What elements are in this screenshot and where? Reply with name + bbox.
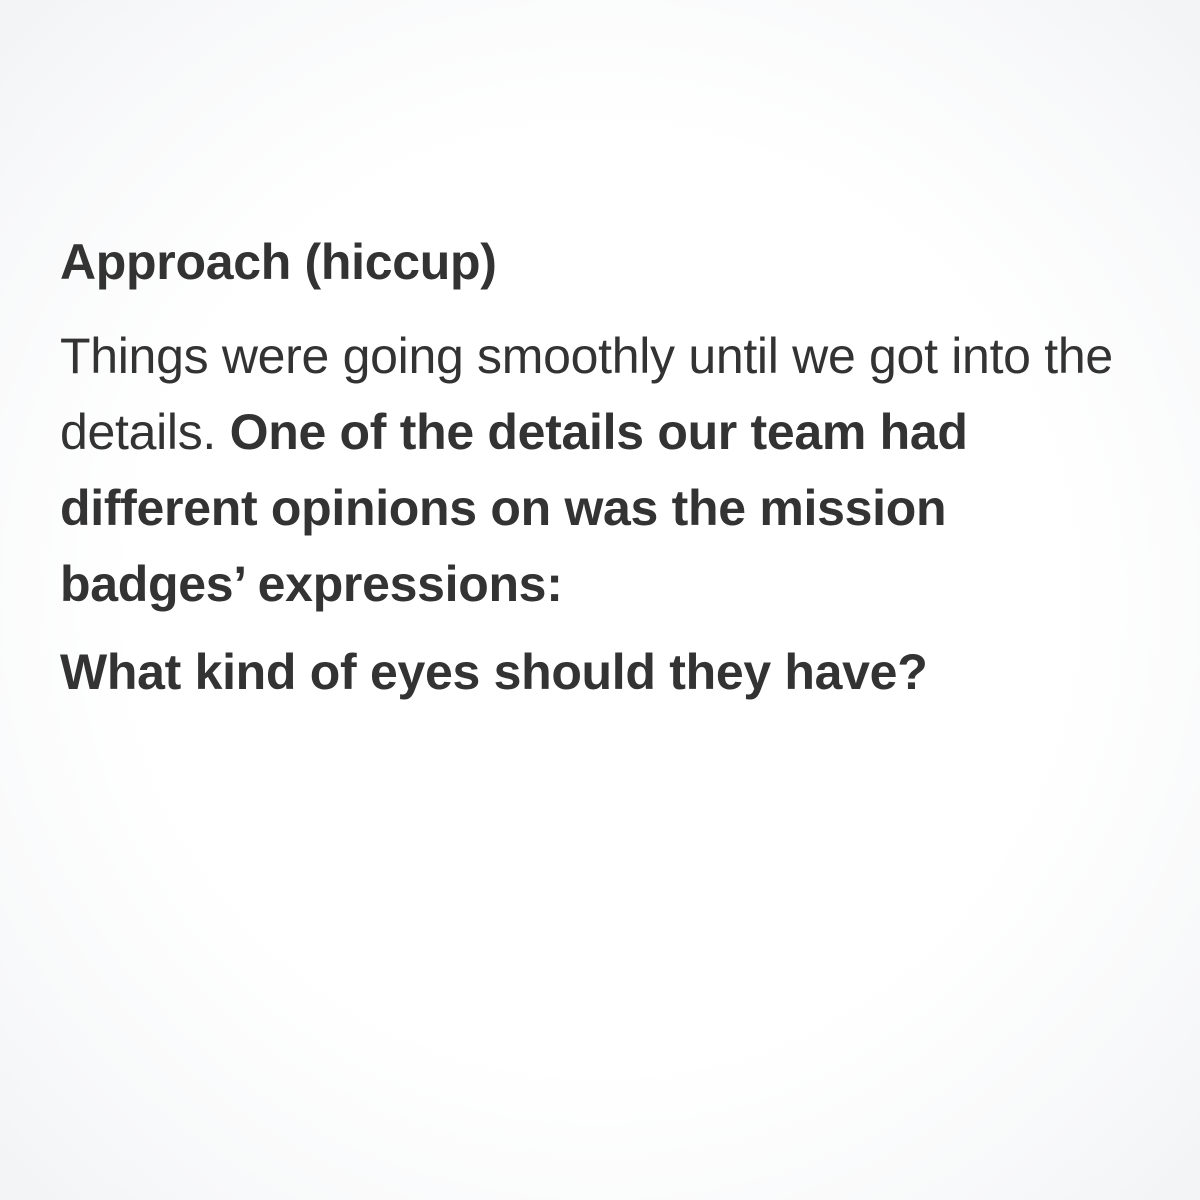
slide-heading: Approach (hiccup) bbox=[60, 234, 497, 290]
body-paragraph: Things were going smoothly until we got … bbox=[60, 318, 1140, 622]
slide-content: Approach (hiccup) Things were going smoo… bbox=[60, 232, 1140, 710]
question-text: What kind of eyes should they have? bbox=[60, 644, 928, 700]
